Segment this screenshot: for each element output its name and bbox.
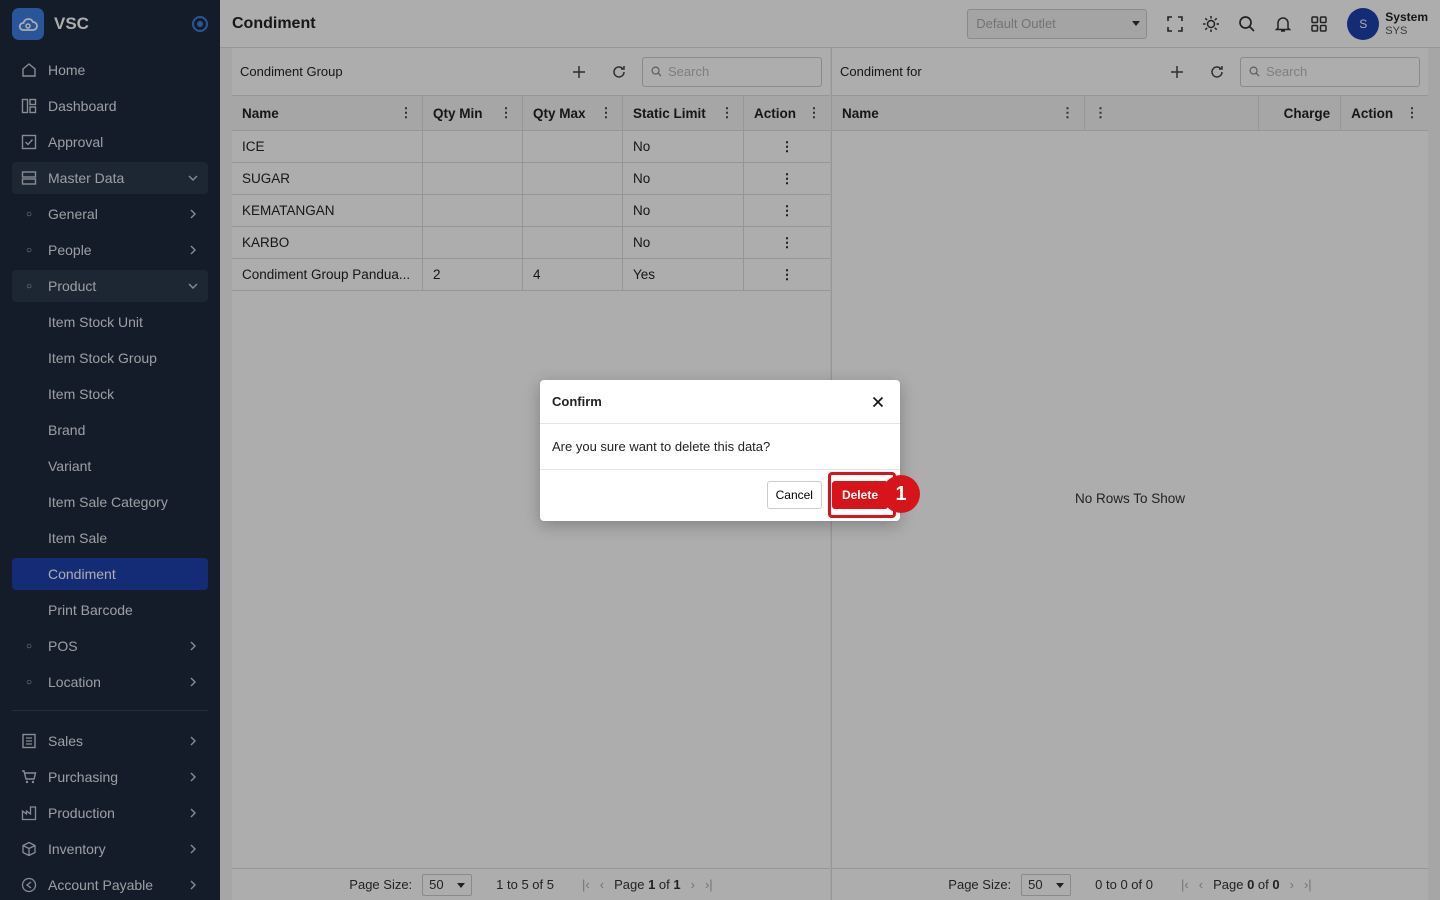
- dialog-title: Confirm: [552, 394, 602, 409]
- cancel-button[interactable]: Cancel: [766, 481, 822, 509]
- step-badge: 1: [882, 475, 920, 513]
- close-icon[interactable]: [868, 392, 888, 412]
- dialog-header: Confirm: [540, 380, 900, 424]
- dialog-message: Are you sure want to delete this data?: [540, 424, 900, 470]
